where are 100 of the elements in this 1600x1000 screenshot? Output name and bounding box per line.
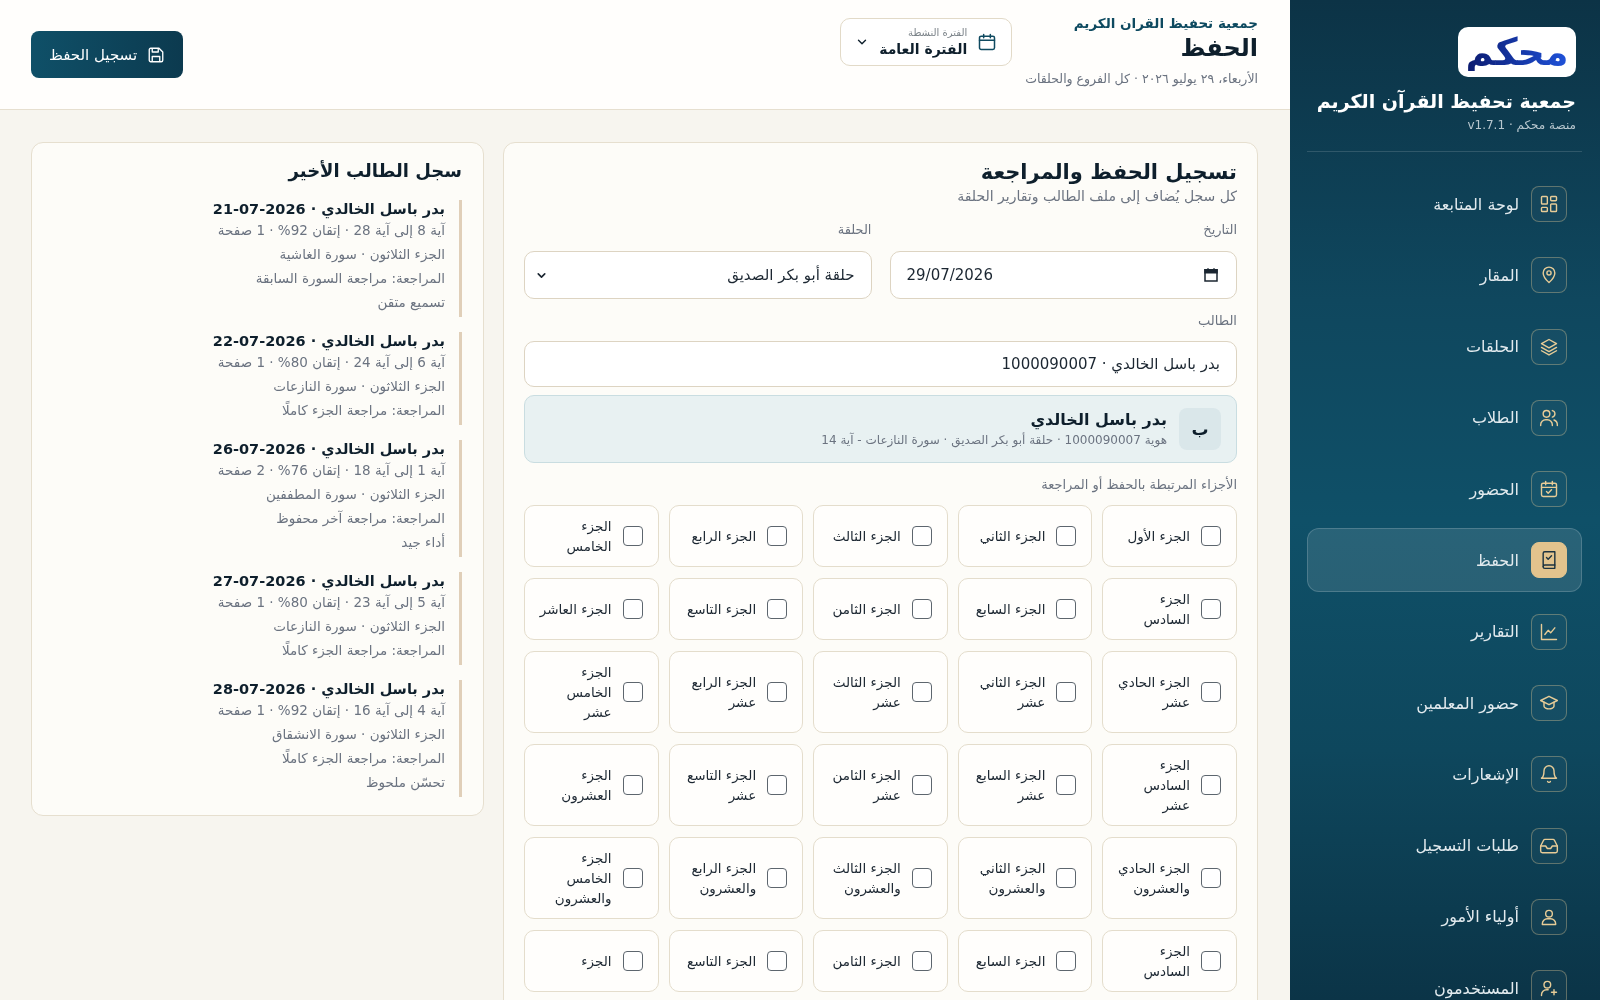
juz-option[interactable]: الجزء الخامس <box>524 505 659 567</box>
sidebar-item[interactable]: أولياء الأمور <box>1307 884 1582 949</box>
calendar-icon <box>1202 266 1220 284</box>
entry-line: الجزء الثلاثون · سورة الغاشية <box>278 245 445 265</box>
checkbox[interactable] <box>1056 526 1077 546</box>
student-field[interactable]: بدر باسل الخالدي · 1000090007 <box>524 341 1237 387</box>
period-dropdown[interactable]: الفترة النشطة الفترة العامة <box>840 18 1013 66</box>
section-label: الأجزاء المرتبطة بالحفظ أو المراجعة <box>1040 476 1237 494</box>
app-logo: محكم <box>1458 27 1576 77</box>
juz-option[interactable]: الجزء العشرون <box>524 744 659 826</box>
save-button[interactable]: تسجيل الحفظ <box>31 31 184 78</box>
entry-line: الجزء الثلاثون · سورة النازعات <box>272 617 445 637</box>
juz-option[interactable]: الجزء الأول <box>1102 505 1237 567</box>
sidebar-item[interactable]: طلبات التسجيل <box>1307 813 1582 878</box>
entry-line: آية 5 إلى آية 23 · إتقان 80% · 1 صفحة <box>216 593 445 612</box>
entry-line: المراجعة: مراجعة الجزء كاملًا <box>280 748 445 769</box>
calendar-check-icon <box>1531 471 1567 508</box>
juz-option[interactable]: الجزء السادس <box>1102 930 1237 992</box>
juz-option[interactable]: الجزء العاشر <box>524 578 659 640</box>
juz-option[interactable]: الجزء الثالث <box>813 505 948 567</box>
checkbox[interactable] <box>767 951 788 971</box>
grid-icon <box>1531 186 1567 222</box>
checkbox[interactable] <box>1056 775 1077 795</box>
checkbox[interactable] <box>1201 775 1221 795</box>
checkbox[interactable] <box>767 599 788 619</box>
juz-option[interactable]: الجزء الثالث والعشرون <box>813 837 948 919</box>
juz-option[interactable]: الجزء السادس <box>1102 578 1237 640</box>
juz-option[interactable]: الجزء السابع <box>957 930 1093 992</box>
entry-line: آية 8 إلى آية 28 · إتقان 92% · 1 صفحة <box>216 221 445 240</box>
checkbox[interactable] <box>1201 526 1221 546</box>
sidebar-item[interactable]: الطلاب <box>1307 385 1582 450</box>
checkbox[interactable] <box>622 951 643 971</box>
juz-option[interactable]: الجزء الثامن <box>813 930 948 992</box>
sidebar-item[interactable]: المستخدمون <box>1307 956 1582 1000</box>
checkbox[interactable] <box>767 682 788 702</box>
juz-option[interactable]: الجزء الحادي والعشرون <box>1102 837 1237 919</box>
checkbox[interactable] <box>911 599 932 619</box>
juz-option[interactable]: الجزء الخامس والعشرون <box>524 837 659 919</box>
juz-option[interactable]: الجزء التاسع عشر <box>668 744 804 826</box>
entry-line: الجزء الثلاثون · سورة النازعات <box>272 377 445 397</box>
checkbox[interactable] <box>767 868 788 888</box>
juz-option[interactable]: الجزء <box>524 930 659 992</box>
sidebar-item[interactable]: الحفظ <box>1307 528 1582 593</box>
juz-option[interactable]: الجزء الثاني <box>957 505 1093 567</box>
juz-option[interactable]: الجزء الثاني والعشرون <box>957 837 1093 919</box>
checkbox[interactable] <box>622 526 643 546</box>
circle-select[interactable]: حلقة أبو بكر الصديق <box>524 251 872 299</box>
sidebar-item[interactable]: الحضور <box>1307 457 1582 522</box>
sidebar-item[interactable]: التقارير <box>1307 599 1582 664</box>
juz-option[interactable]: الجزء الرابع <box>668 505 804 567</box>
checkbox[interactable] <box>622 682 643 702</box>
juz-option[interactable]: الجزء التاسع <box>668 930 804 992</box>
checkbox[interactable] <box>911 868 932 888</box>
entry-title: بدر باسل الخالدي · 2026-07-21 <box>211 200 445 218</box>
entry-title: بدر باسل الخالدي · 2026-07-22 <box>211 332 445 350</box>
calendar-icon <box>977 32 998 52</box>
checkbox[interactable] <box>622 775 643 795</box>
juz-option[interactable]: الجزء الرابع عشر <box>668 651 804 733</box>
sidebar-item[interactable]: المقار <box>1307 243 1582 308</box>
sidebar-item[interactable]: لوحة المتابعة <box>1307 172 1582 236</box>
student-details: هوية 1000090007 · حلقة أبو بكر الصديق · سورة النازعات - آية 14 <box>821 431 1167 449</box>
juz-option[interactable]: الجزء الخامس عشر <box>524 651 659 733</box>
juz-option[interactable]: الجزء الرابع والعشرون <box>668 837 804 919</box>
inbox-icon <box>1531 827 1567 864</box>
map-pin-icon <box>1531 257 1567 294</box>
checkbox[interactable] <box>911 951 932 971</box>
juz-option[interactable]: الجزء الثاني عشر <box>957 651 1093 733</box>
checkbox[interactable] <box>1201 682 1221 702</box>
juz-option[interactable]: الجزء الثالث عشر <box>813 651 948 733</box>
juz-option[interactable]: الجزء التاسع <box>668 578 804 640</box>
sidebar-item[interactable]: الحلقات <box>1307 314 1582 379</box>
juz-option[interactable]: الجزء الحادي عشر <box>1102 651 1237 733</box>
checkbox[interactable] <box>1201 868 1221 888</box>
checkbox[interactable] <box>911 682 932 702</box>
bell-icon <box>1531 756 1567 793</box>
checkbox[interactable] <box>911 526 932 546</box>
checkbox[interactable] <box>767 526 788 546</box>
checkbox[interactable] <box>1056 951 1077 971</box>
juz-option[interactable]: الجزء الثامن عشر <box>813 744 948 826</box>
checkbox[interactable] <box>1056 868 1077 888</box>
layers-icon <box>1531 328 1567 365</box>
checkbox[interactable] <box>1201 951 1221 971</box>
checkbox[interactable] <box>622 868 643 888</box>
juz-option[interactable]: الجزء السابع <box>957 578 1093 640</box>
juz-option[interactable]: الجزء الثامن <box>813 578 948 640</box>
juz-option[interactable]: الجزء السادس عشر <box>1102 744 1237 826</box>
checkbox[interactable] <box>1056 682 1077 702</box>
checkbox[interactable] <box>1056 599 1077 619</box>
line-chart-icon <box>1531 613 1567 650</box>
checkbox[interactable] <box>622 599 643 619</box>
history-title: سجل الطالب الأخير <box>286 159 462 184</box>
sidebar-item[interactable]: الإشعارات <box>1307 742 1582 807</box>
user-plus-icon <box>1531 970 1567 1000</box>
checkbox[interactable] <box>767 775 788 795</box>
sidebar-item[interactable]: حضور المعلمين <box>1307 671 1582 736</box>
date-field[interactable]: 29/07/2026 <box>889 251 1237 299</box>
entry-title: بدر باسل الخالدي · 2026-07-28 <box>211 680 445 698</box>
checkbox[interactable] <box>1201 599 1221 619</box>
checkbox[interactable] <box>911 775 932 795</box>
juz-option[interactable]: الجزء السابع عشر <box>957 744 1093 826</box>
